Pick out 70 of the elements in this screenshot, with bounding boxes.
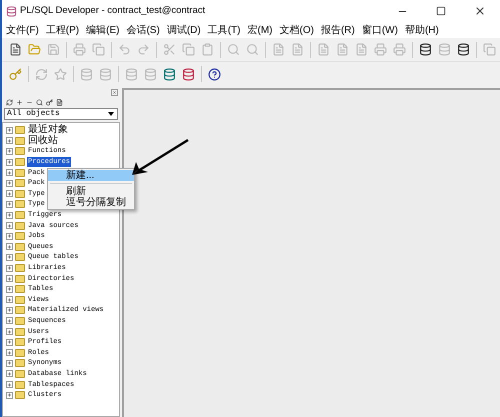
new-icon[interactable] xyxy=(9,43,22,56)
star-icon[interactable] xyxy=(54,68,67,80)
expand-icon[interactable] xyxy=(6,137,13,144)
menu-item[interactable]: 逗号分隔复制 xyxy=(48,197,134,208)
expand-icon[interactable] xyxy=(6,392,13,399)
maximize-icon[interactable] xyxy=(436,6,446,16)
menu-item[interactable]: 工具(T) xyxy=(208,22,240,38)
help-icon[interactable] xyxy=(208,68,221,80)
copy-icon[interactable] xyxy=(182,43,195,56)
menu-item[interactable]: 帮助(H) xyxy=(404,22,439,38)
expand-icon[interactable] xyxy=(6,381,13,388)
expand-icon[interactable] xyxy=(6,222,13,230)
expand-icon[interactable] xyxy=(6,275,13,282)
expand-icon[interactable] xyxy=(6,243,13,250)
expand-icon[interactable] xyxy=(6,349,13,356)
menu-item[interactable]: 宏(M) xyxy=(247,22,272,38)
tree-item[interactable]: 最近对象 xyxy=(27,125,69,136)
undo-icon[interactable] xyxy=(118,43,131,56)
search-icon[interactable] xyxy=(36,98,43,106)
cut-icon[interactable] xyxy=(163,43,176,56)
expand-icon[interactable] xyxy=(6,254,13,261)
expand-icon[interactable] xyxy=(6,317,13,324)
expand-icon[interactable] xyxy=(6,169,13,176)
expand-icon[interactable] xyxy=(6,338,13,346)
plus-icon[interactable] xyxy=(16,98,23,106)
object-filter-select[interactable]: All objects xyxy=(4,108,118,120)
expand-icon[interactable] xyxy=(6,370,13,378)
close-icon[interactable] xyxy=(474,5,486,17)
expand-icon[interactable] xyxy=(6,360,13,367)
database-icon[interactable] xyxy=(457,43,470,56)
expand-icon[interactable] xyxy=(6,264,13,272)
menu-item[interactable]: 新建... xyxy=(48,170,134,181)
printer-icon[interactable] xyxy=(393,43,406,56)
menu-item[interactable]: 报告(R) xyxy=(320,22,355,38)
dropdown-arrow-icon xyxy=(108,112,114,116)
expand-icon[interactable] xyxy=(6,306,13,314)
menu-item[interactable]: 文件(F) xyxy=(6,22,39,38)
menu-item[interactable]: 工程(P) xyxy=(46,22,80,38)
folder-icon[interactable] xyxy=(28,43,41,56)
menu-item[interactable]: 会话(S) xyxy=(126,22,160,38)
menu-item[interactable]: 刷新 xyxy=(48,186,134,197)
expand-icon[interactable] xyxy=(6,232,13,240)
copy-icon[interactable] xyxy=(92,43,105,56)
expand-icon[interactable] xyxy=(6,212,13,219)
app-icon xyxy=(6,6,17,16)
key-icon[interactable] xyxy=(46,98,53,106)
expand-icon[interactable] xyxy=(6,200,13,208)
arrow xyxy=(130,138,190,178)
document-icon[interactable] xyxy=(56,98,63,106)
printer-icon[interactable] xyxy=(374,43,387,56)
expand-icon[interactable] xyxy=(6,328,13,336)
expand-icon[interactable] xyxy=(6,296,13,304)
refresh-icon[interactable] xyxy=(6,98,13,106)
menu-item[interactable]: 编辑(E) xyxy=(86,22,120,38)
menu-item[interactable]: 文档(O) xyxy=(279,22,314,38)
window-title: PL/SQL Developer - contract_test@contract xyxy=(20,4,206,18)
expand-icon[interactable] xyxy=(6,286,13,293)
expand-icon[interactable] xyxy=(6,180,13,187)
paste-icon[interactable] xyxy=(201,43,214,56)
expand-icon[interactable] xyxy=(6,126,13,134)
expand-icon[interactable] xyxy=(6,190,13,198)
expand-icon[interactable] xyxy=(6,158,13,166)
redo-icon[interactable] xyxy=(137,43,150,56)
expand-icon[interactable] xyxy=(6,148,13,155)
printer-icon[interactable] xyxy=(73,43,86,56)
database-icon[interactable] xyxy=(419,43,432,56)
menu-item[interactable]: 调试(D) xyxy=(166,22,201,38)
tree-item[interactable]: 回收站 xyxy=(27,136,59,146)
save-icon[interactable] xyxy=(47,43,60,56)
menu-item[interactable]: 窗口(W) xyxy=(362,22,398,38)
